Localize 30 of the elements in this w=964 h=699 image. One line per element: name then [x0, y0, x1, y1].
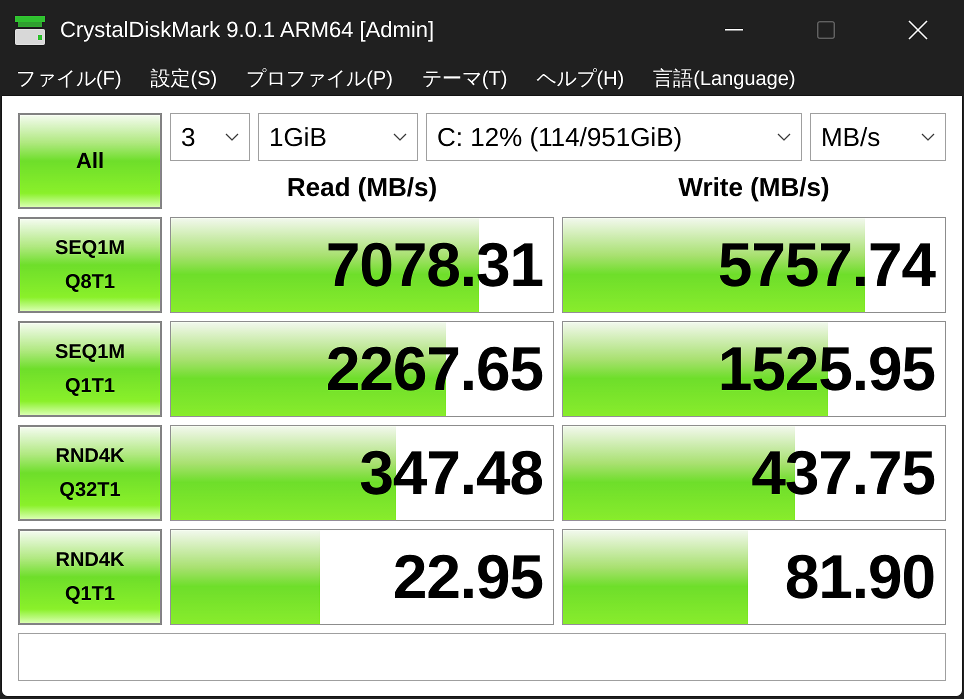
dropdown[interactable]: MB/s — [810, 113, 946, 161]
column-header: Read (MB/s) — [286, 171, 438, 204]
dropdown[interactable]: 1GiB — [258, 113, 418, 161]
menu-item[interactable]: ファイル(F) — [8, 64, 130, 92]
test-button[interactable]: RND4K Q1T1 — [18, 529, 162, 625]
chevron-down-icon — [393, 133, 407, 141]
chevron-down-icon — [921, 133, 935, 141]
disk-icon — [14, 14, 46, 46]
window-title: CrystalDiskMark 9.0.1 ARM64 [Admin] — [60, 17, 436, 43]
menu-item[interactable]: ヘルプ(H) — [528, 64, 632, 92]
result-value: 1525.95 — [718, 334, 936, 404]
dropdown[interactable]: 3 — [170, 113, 250, 161]
close-icon — [908, 20, 928, 40]
chevron-down-icon — [777, 133, 791, 141]
test-button[interactable]: SEQ1M Q1T1 — [18, 321, 162, 417]
test-button[interactable]: RND4K Q32T1 — [18, 425, 162, 521]
chevron-down-icon — [225, 133, 239, 141]
test-button[interactable]: SEQ1M Q8T1 — [18, 217, 162, 313]
menu-item[interactable]: 言語(Language) — [645, 64, 804, 92]
column-header: Write (MB/s) — [677, 171, 831, 204]
maximize-icon — [817, 21, 835, 39]
comment-field[interactable] — [18, 633, 946, 681]
menu-item[interactable]: テーマ(T) — [414, 64, 516, 92]
minimize-icon — [725, 29, 743, 31]
menu-item[interactable]: プロファイル(P) — [238, 64, 401, 92]
result-value: 22.95 — [392, 542, 544, 612]
all-button[interactable]: All — [18, 113, 162, 209]
menu-item[interactable]: 設定(S) — [142, 64, 226, 92]
result-value: 81.90 — [784, 542, 936, 612]
dropdown[interactable]: C: 12% (114/951GiB) — [426, 113, 802, 161]
